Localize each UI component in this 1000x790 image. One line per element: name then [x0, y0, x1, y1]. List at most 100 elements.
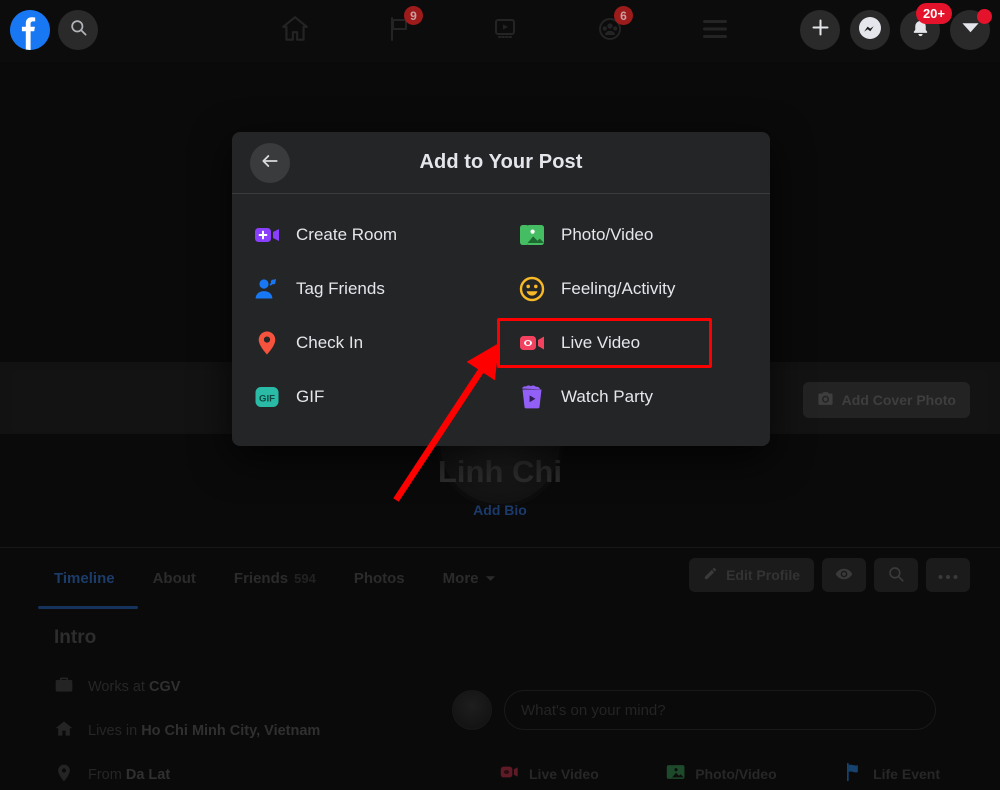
- nav-pages-button[interactable]: 9: [375, 6, 425, 54]
- composer-photo-video-button[interactable]: Photo/Video: [666, 762, 777, 785]
- notifications-button[interactable]: 20+: [900, 3, 952, 50]
- chevron-down-icon: [961, 21, 980, 39]
- menu-item-gif[interactable]: GIF GIF: [232, 370, 501, 424]
- profile-tabs-bar: Timeline About Friends 594 Photos More E…: [0, 547, 1000, 609]
- intro-row-value: Da Lat: [125, 767, 171, 783]
- intro-heading: Intro: [54, 627, 97, 648]
- dialog-body: Create Room Tag Friends Check In GIF GIF…: [232, 194, 770, 446]
- composer-input[interactable]: What's on your mind?: [504, 690, 936, 730]
- messenger-icon: [858, 16, 882, 45]
- account-menu-button[interactable]: [950, 9, 992, 50]
- feeling-activity-icon: [519, 276, 545, 302]
- intro-row: Lives in Ho Chi Minh City, Vietnam: [54, 719, 320, 743]
- nav-groups-button[interactable]: 6: [585, 6, 635, 54]
- add-to-your-post-dialog: Add to Your Post Create Room Tag Friends…: [232, 132, 770, 446]
- menu-item-label: Check In: [296, 333, 364, 352]
- more-horizontal-icon: [938, 567, 958, 583]
- menu-item-label: Watch Party: [561, 387, 653, 406]
- dialog-title: Add to Your Post: [419, 151, 583, 173]
- photo-video-icon: [519, 222, 545, 248]
- svg-text:GIF: GIF: [259, 393, 275, 404]
- profile-more-button[interactable]: [926, 558, 970, 592]
- intro-row-prefix: Works at: [88, 679, 149, 695]
- chevron-down-icon: [485, 570, 496, 587]
- camera-icon: [817, 390, 834, 410]
- gif-icon: GIF: [254, 384, 280, 410]
- tab-more[interactable]: More: [427, 560, 512, 597]
- nav-watch-button[interactable]: [480, 8, 530, 54]
- menu-item-label: Live Video: [561, 333, 641, 352]
- nav-home-button[interactable]: [270, 8, 320, 54]
- composer-avatar: [452, 690, 492, 730]
- tab-friends[interactable]: Friends 594: [218, 560, 332, 597]
- back-button[interactable]: [250, 143, 290, 183]
- composer-life-event-button[interactable]: Life Event: [844, 762, 940, 785]
- menu-item-create-room[interactable]: Create Room: [232, 208, 501, 262]
- profile-tabs: Timeline About Friends 594 Photos More: [38, 560, 512, 597]
- dialog-left-column: Create Room Tag Friends Check In GIF GIF: [232, 208, 501, 424]
- plus-icon: [810, 17, 831, 43]
- add-cover-photo-button[interactable]: Add Cover Photo: [802, 382, 970, 418]
- photo-video-icon: [666, 762, 686, 785]
- home-icon: [54, 719, 74, 743]
- top-navigation-bar: 9 6 20+: [0, 0, 1000, 62]
- intro-row: Works at CGV: [54, 675, 180, 699]
- page-title: Linh Chi: [438, 454, 562, 489]
- intro-row-value: CGV: [148, 679, 181, 695]
- create-button[interactable]: [800, 10, 840, 50]
- watch-party-icon: [519, 384, 545, 410]
- tab-photos[interactable]: Photos: [338, 560, 421, 597]
- dialog-header: Add to Your Post: [232, 132, 770, 194]
- menu-item-label: Create Room: [296, 225, 398, 244]
- view-as-button[interactable]: [822, 558, 866, 592]
- location-pin-icon: [54, 763, 74, 787]
- edit-profile-label: Edit Profile: [726, 567, 800, 583]
- menu-item-feeling-activity[interactable]: Feeling/Activity: [501, 262, 770, 316]
- briefcase-icon: [54, 675, 74, 699]
- pencil-icon: [703, 566, 718, 584]
- composer-live-video-button[interactable]: Live Video: [500, 762, 599, 785]
- composer-action-label: Life Event: [873, 765, 940, 782]
- intro-row-prefix: Lives in: [88, 723, 142, 739]
- dialog-right-column: Photo/Video Feeling/Activity Live Video …: [497, 208, 770, 424]
- nav-right-group: 20+: [800, 3, 992, 50]
- edit-profile-button[interactable]: Edit Profile: [689, 558, 814, 592]
- profile-action-buttons: Edit Profile: [689, 558, 970, 592]
- menu-item-label: Tag Friends: [296, 279, 385, 298]
- home-icon: [280, 14, 310, 49]
- search-button[interactable]: [58, 10, 98, 50]
- add-bio-link[interactable]: Add Bio: [0, 502, 1000, 518]
- nav-menu-button[interactable]: [690, 8, 740, 54]
- nav-left-group: [10, 10, 98, 50]
- nav-center-group: 9 6: [270, 6, 740, 54]
- menu-item-tag-friends[interactable]: Tag Friends: [232, 262, 501, 316]
- profile-search-button[interactable]: [874, 558, 918, 592]
- eye-icon: [835, 565, 853, 586]
- composer-action-row: Live Video Photo/Video Life Event: [500, 762, 940, 785]
- nav-pages-badge: 9: [404, 6, 423, 25]
- tag-friends-icon: [254, 276, 280, 302]
- friends-count: 594: [294, 571, 316, 586]
- create-room-icon: [254, 222, 280, 248]
- check-in-icon: [254, 330, 280, 356]
- composer-action-label: Photo/Video: [695, 765, 777, 782]
- life-event-icon: [844, 762, 864, 785]
- intro-row: From Da Lat: [54, 763, 170, 787]
- hamburger-menu-icon: [701, 18, 729, 45]
- active-tab-underline: [38, 606, 138, 609]
- menu-item-check-in[interactable]: Check In: [232, 316, 501, 370]
- menu-item-watch-party[interactable]: Watch Party: [501, 370, 770, 424]
- back-arrow-icon: [260, 151, 280, 176]
- live-video-icon: [519, 330, 545, 356]
- composer-placeholder: What's on your mind?: [521, 701, 666, 719]
- tab-about[interactable]: About: [137, 560, 212, 597]
- menu-item-live-video[interactable]: Live Video: [497, 316, 770, 370]
- search-icon: [69, 18, 88, 42]
- tab-timeline[interactable]: Timeline: [38, 560, 131, 597]
- facebook-logo-icon[interactable]: [10, 10, 50, 50]
- menu-item-photo-video[interactable]: Photo/Video: [501, 208, 770, 262]
- add-cover-photo-label: Add Cover Photo: [841, 392, 956, 408]
- messenger-button[interactable]: [850, 10, 890, 50]
- account-alert-dot: [977, 9, 992, 24]
- notifications-badge: 20+: [915, 3, 952, 24]
